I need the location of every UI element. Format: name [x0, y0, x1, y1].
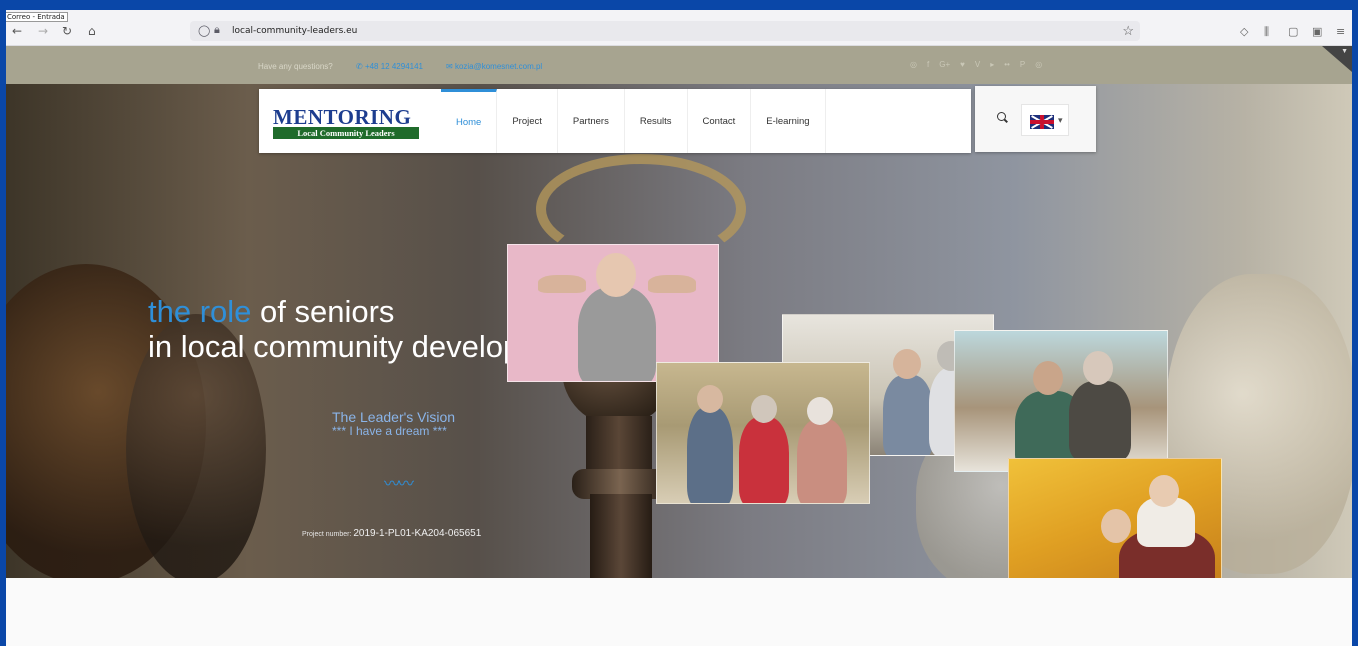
photo-person: [739, 417, 789, 503]
menu-item-project[interactable]: Project: [497, 89, 558, 153]
language-selector[interactable]: ▾: [1021, 104, 1069, 136]
phone-link[interactable]: ✆ +48 12 4294141: [356, 62, 423, 71]
email-link[interactable]: ✉ kozia@komesnet.com.pl: [446, 62, 542, 71]
chevron-down-icon[interactable]: ▼: [1341, 48, 1348, 55]
wave-divider-icon: 〰〰: [384, 476, 414, 493]
hero-slider: the role of seniors in local community d…: [6, 84, 1352, 578]
search-icon[interactable]: [997, 112, 1006, 121]
email-address[interactable]: kozia@komesnet.com.pl: [455, 62, 542, 71]
seniors-walking-photo: [656, 362, 870, 504]
nav-tools: ▾: [975, 86, 1096, 152]
twitter-icon[interactable]: ♥: [960, 60, 965, 69]
url-text[interactable]: local-community-leaders.eu: [232, 26, 357, 36]
browser-window: Correo - Entrada ← → ↻ ⌂ ◯ 🔒︎ local-comm…: [6, 10, 1352, 646]
lock-icon[interactable]: 🔒︎: [214, 24, 220, 37]
main-navigation: MENTORING Local Community Leaders Home P…: [259, 89, 971, 153]
photo-head: [893, 349, 921, 379]
menu-item-elearning[interactable]: E-learning: [751, 89, 826, 153]
bookmark-star-icon[interactable]: ☆: [1122, 23, 1134, 39]
questions-text: Have any questions?: [258, 62, 333, 71]
menu-item-contact[interactable]: Contact: [688, 89, 752, 153]
project-number-value: 2019-1-PL01-KA204-065651: [353, 528, 482, 539]
menu-icon[interactable]: ≡: [1336, 25, 1345, 38]
dream-text: *** I have a dream ***: [332, 424, 447, 438]
photo-head: [807, 397, 833, 425]
photo-head: [697, 385, 723, 413]
photo-head: [1149, 475, 1179, 507]
project-number: Project number: 2019-1-PL01-KA204-065651: [302, 528, 481, 539]
address-bar[interactable]: ◯ 🔒︎ local-community-leaders.eu ☆: [190, 21, 1140, 41]
screenshot-icon[interactable]: ▣: [1312, 25, 1322, 38]
forward-icon[interactable]: →: [38, 24, 48, 38]
photo-person: [797, 419, 847, 503]
shield-icon[interactable]: ◯: [198, 24, 210, 37]
vimeo-icon[interactable]: V: [975, 60, 980, 69]
home-icon[interactable]: ⌂: [88, 24, 96, 38]
library-icon[interactable]: ⫼: [1264, 25, 1269, 39]
pawn-neck: [586, 416, 652, 476]
photo-person: [578, 287, 656, 381]
project-number-label: Project number:: [302, 531, 352, 538]
sidebar-icon[interactable]: ▢: [1288, 25, 1298, 38]
photo-head: [596, 253, 636, 297]
chevron-down-icon: ▾: [1058, 115, 1063, 125]
tab-tooltip: Correo - Entrada: [6, 12, 68, 22]
pinterest-icon[interactable]: P: [1020, 60, 1025, 69]
facebook-icon[interactable]: f: [927, 60, 929, 69]
photo-arm: [538, 275, 586, 293]
youtube-icon[interactable]: ▸: [990, 60, 994, 69]
photo-person: [687, 407, 733, 503]
google-plus-icon[interactable]: G+: [939, 60, 950, 69]
instagram-icon[interactable]: ◎: [910, 60, 917, 69]
photo-head: [1101, 509, 1131, 543]
seniors-autumn-photo: [1008, 458, 1222, 578]
headline-rest: of seniors: [251, 294, 395, 329]
photo-head: [751, 395, 777, 423]
leaders-vision-text: The Leader's Vision: [332, 409, 456, 425]
back-icon[interactable]: ←: [12, 24, 22, 38]
dribbble-icon[interactable]: ◎: [1035, 60, 1042, 69]
flickr-icon[interactable]: ••: [1004, 60, 1010, 69]
site-topbar: Have any questions? ✆ +48 12 4294141 ✉ k…: [6, 46, 1352, 84]
site-logo-subtitle[interactable]: Local Community Leaders: [273, 127, 419, 139]
phone-number[interactable]: +48 12 4294141: [365, 62, 423, 71]
photo-head: [1083, 351, 1113, 385]
menu-item-results[interactable]: Results: [625, 89, 688, 153]
photo-person: [1069, 381, 1131, 461]
photo-arm: [648, 275, 696, 293]
main-menu: Home Project Partners Results Contact E-…: [441, 89, 826, 153]
photo-head: [1033, 361, 1063, 395]
reload-icon[interactable]: ↻: [62, 24, 72, 38]
menu-item-partners[interactable]: Partners: [558, 89, 625, 153]
pawn-base: [590, 494, 652, 578]
menu-item-home[interactable]: Home: [441, 89, 498, 153]
seniors-kitchen-photo: [954, 330, 1168, 472]
photo-person: [883, 375, 933, 455]
pocket-icon[interactable]: ◇: [1240, 25, 1248, 38]
uk-flag-icon: [1030, 115, 1054, 129]
headline-accent: the role: [148, 294, 252, 329]
browser-toolbar: Correo - Entrada ← → ↻ ⌂ ◯ 🔒︎ local-comm…: [6, 10, 1352, 46]
social-icons: ◎ f G+ ♥ V ▸ •• P ◎: [910, 60, 1042, 69]
